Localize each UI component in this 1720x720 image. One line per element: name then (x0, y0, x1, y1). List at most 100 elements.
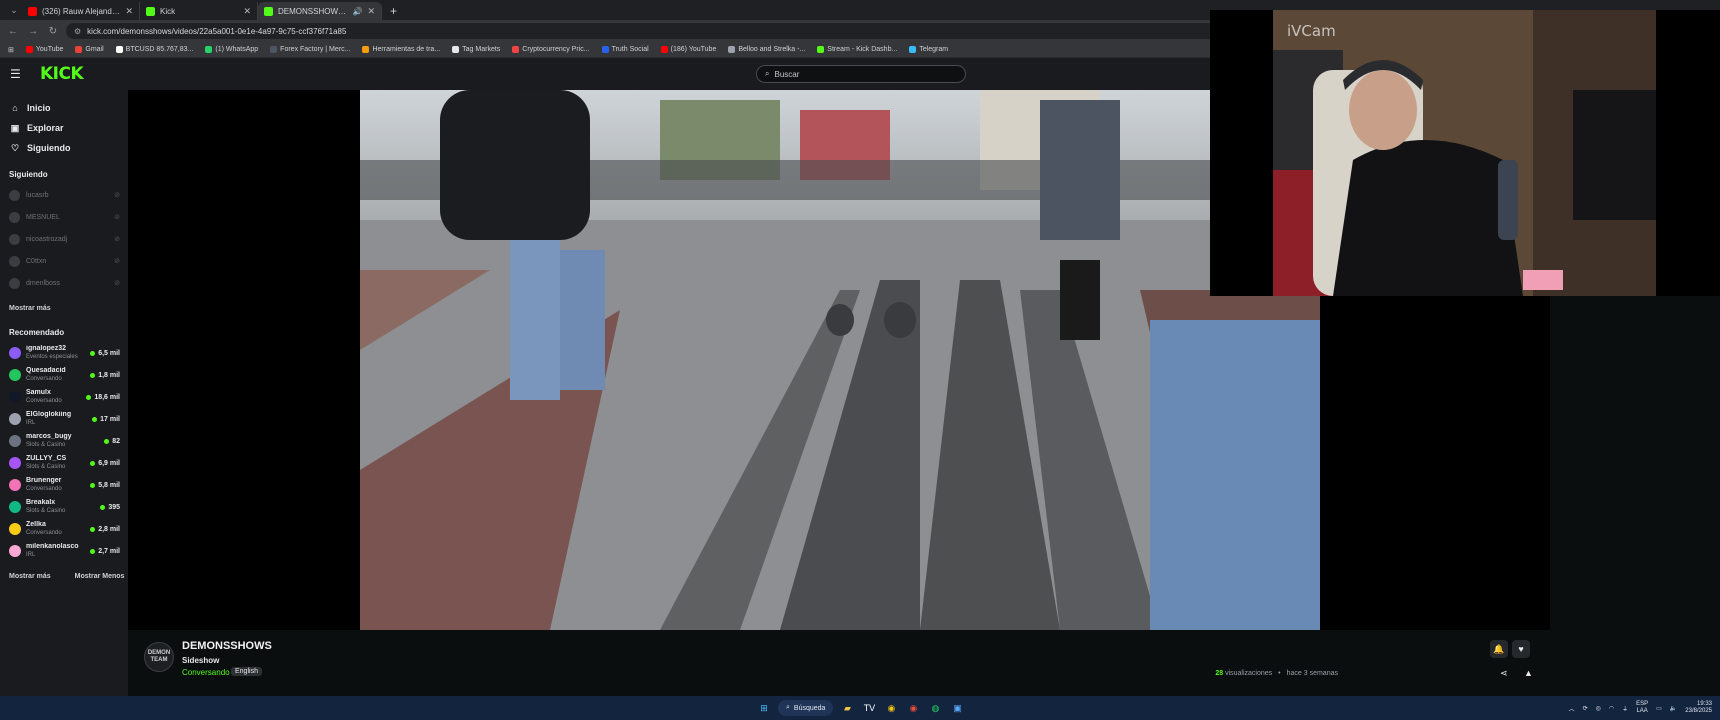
tab-close-icon[interactable]: ✕ (125, 6, 133, 17)
browser-tab-youtube[interactable]: (326) Rauw Alejandro, Marcos ✕ (22, 2, 140, 20)
new-tab-button[interactable]: + (382, 4, 405, 18)
network-icon[interactable]: ◎ (1596, 705, 1601, 712)
channel-avatar[interactable]: DEMON TEAM (144, 642, 174, 672)
live-dot-icon (90, 372, 96, 378)
following-item[interactable]: lucasrb ⊘ (0, 184, 128, 206)
forward-arrow-icon[interactable]: → (26, 26, 40, 37)
apps-grid-icon[interactable]: ⊞ (8, 46, 14, 54)
bell-icon: 🔔 (1493, 643, 1505, 654)
system-tray: ︿ ⟳ ◎ ◠ ⏚ ESP LAA ▭ 🔈 19:33 23/8/2025 (1569, 699, 1712, 717)
whatsapp-icon[interactable]: ◍ (927, 700, 943, 716)
following-name: MESNUEL (26, 213, 60, 221)
browser-tab-kick[interactable]: Kick ✕ (140, 2, 258, 20)
recommended-name: Samulx (26, 389, 51, 396)
bookmark-item[interactable]: Forex Factory | Merc... (270, 46, 350, 53)
usb-icon[interactable]: ⏚ (1622, 704, 1628, 713)
wifi-icon[interactable]: ◠ (1609, 705, 1614, 712)
recommended-item[interactable]: marcos_bugy Slots & Casino 82 (0, 430, 128, 452)
volume-icon[interactable]: 🔈 (1670, 705, 1677, 712)
recommended-item[interactable]: ignalopez32 Eventos especiales 6,5 mil (0, 342, 128, 364)
following-item[interactable]: C0ttxn ⊘ (0, 250, 128, 272)
recommended-text: Zellka Conversando (26, 521, 85, 537)
bookmark-item[interactable]: (186) YouTube (660, 46, 716, 53)
sidebar-item-explorar[interactable]: ▣ Explorar (0, 118, 128, 138)
bookmark-item[interactable]: Herramientas de tra... (362, 46, 440, 53)
tab-close-icon[interactable]: ✕ (243, 6, 251, 17)
taskbar-apps: ⊞ ⌕ Búsqueda ▰ TV ◉ ◉ ◍ ▣ (756, 699, 965, 717)
report-flag-icon[interactable]: ▲ (1524, 668, 1533, 678)
reload-icon[interactable]: ↻ (46, 26, 60, 37)
chevron-up-icon[interactable]: ︿ (1569, 704, 1575, 713)
viewer-count: 6,9 mil (90, 460, 120, 467)
bookmark-label: Tag Markets (462, 46, 501, 53)
file-explorer-icon[interactable]: ▰ (839, 700, 855, 716)
following-item[interactable]: dmenlboss ⊘ (0, 272, 128, 294)
webcam-overlay: iVCam (1210, 10, 1720, 296)
recommended-item[interactable]: Samulx Conversando 18,6 mil (0, 386, 128, 408)
video-frame[interactable] (360, 90, 1320, 630)
sidebar-item-inicio[interactable]: ⌂ Inicio (0, 98, 128, 118)
tab-close-icon[interactable]: ✕ (367, 6, 375, 17)
chrome-icon[interactable]: ◉ (883, 700, 899, 716)
share-icon[interactable]: ⋖ (1500, 668, 1508, 679)
following-name: lucasrb (26, 191, 49, 199)
recommended-item[interactable]: ZULLYY_CS Slots & Casino 6,9 mil (0, 452, 128, 474)
back-arrow-icon[interactable]: ← (6, 26, 20, 37)
follow-heart-button[interactable]: ♥ (1512, 640, 1530, 658)
recommended-item[interactable]: Quesadacid Conversando 1,8 mil (0, 364, 128, 386)
category-link[interactable]: Conversando (182, 668, 230, 677)
show-less-button[interactable]: Mostrar Menos (75, 573, 125, 580)
bookmark-item[interactable]: (1) WhatsApp (205, 46, 258, 53)
site-info-icon[interactable]: ⚙ (74, 27, 81, 36)
kick-logo[interactable]: KICK (40, 64, 84, 84)
avatar (9, 189, 20, 201)
taskbar-search[interactable]: ⌕ Búsqueda (778, 700, 834, 716)
language-indicator[interactable]: ESP LAA (1636, 701, 1648, 715)
speaker-icon[interactable]: 🔊 (352, 7, 362, 16)
recommended-item[interactable]: milenkanolasco IRL 2,7 mil (0, 540, 128, 562)
sync-icon[interactable]: ⟳ (1583, 705, 1588, 712)
recommended-item[interactable]: Breakalx Slots & Casino 395 (0, 496, 128, 518)
bookmark-item[interactable]: Cryptocurrency Pric... (512, 46, 590, 53)
bookmark-item[interactable]: BTCUSD 85.767,83... (115, 46, 193, 53)
search-input[interactable]: ⌕ Buscar (756, 65, 966, 83)
bookmark-item[interactable]: Belloo and Strelka -... (728, 46, 805, 53)
show-more-button[interactable]: Mostrar más (9, 305, 51, 312)
recommended-item[interactable]: ElGloglokiing IRL 17 mil (0, 408, 128, 430)
recommended-text: milenkanolasco IRL (26, 543, 85, 559)
bookmark-label: YouTube (35, 46, 64, 53)
avatar (9, 457, 21, 469)
browser-tab-demonsshows[interactable]: DEMONSSHOWS - Watch 🔊 ✕ (258, 2, 382, 20)
bookmark-item[interactable]: Telegram (909, 46, 948, 53)
live-dot-icon (104, 438, 110, 444)
video-title: Sideshow (182, 656, 220, 665)
bookmark-item[interactable]: YouTube (25, 46, 64, 53)
monitor-icon[interactable]: ▭ (1656, 705, 1662, 712)
sidebar-item-label: Explorar (27, 123, 64, 133)
show-more-button[interactable]: Mostrar más (9, 573, 51, 580)
notification-bell-button[interactable]: 🔔 (1490, 640, 1508, 658)
avatar (9, 277, 20, 289)
tradingview-icon[interactable]: TV (861, 700, 877, 716)
following-item[interactable]: nicoastrozadj ⊘ (0, 228, 128, 250)
avatar (9, 413, 21, 425)
following-item[interactable]: MESNUEL ⊘ (0, 206, 128, 228)
windows-start-icon[interactable]: ⊞ (756, 700, 772, 716)
bookmark-label: (1) WhatsApp (215, 46, 259, 53)
chrome-profile-icon[interactable]: ◉ (905, 700, 921, 716)
sidebar-item-siguiendo[interactable]: ♡ Siguiendo (0, 138, 128, 158)
bookmark-item[interactable]: Tag Markets (452, 46, 500, 53)
hamburger-menu-icon[interactable]: ☰ (10, 67, 26, 81)
bookmark-favicon-icon (75, 46, 83, 53)
recommended-name: milenkanolasco (26, 543, 79, 550)
url-field[interactable]: ⚙ kick.com/demonsshows/videos/22a5a001-0… (66, 23, 1246, 39)
taskbar-clock[interactable]: 19:33 23/8/2025 (1685, 701, 1712, 715)
channel-name[interactable]: DEMONSSHOWS (182, 640, 272, 652)
bookmark-item[interactable]: Gmail (75, 46, 104, 53)
tab-search-icon[interactable]: ⌄ (6, 2, 22, 18)
recommended-item[interactable]: Brunenger Conversando 5,8 mil (0, 474, 128, 496)
bookmark-item[interactable]: Stream - Kick Dashb... (817, 46, 897, 53)
recommended-item[interactable]: Zellka Conversando 2,8 mil (0, 518, 128, 540)
bookmark-item[interactable]: Truth Social (601, 46, 649, 53)
app-icon[interactable]: ▣ (949, 700, 965, 716)
